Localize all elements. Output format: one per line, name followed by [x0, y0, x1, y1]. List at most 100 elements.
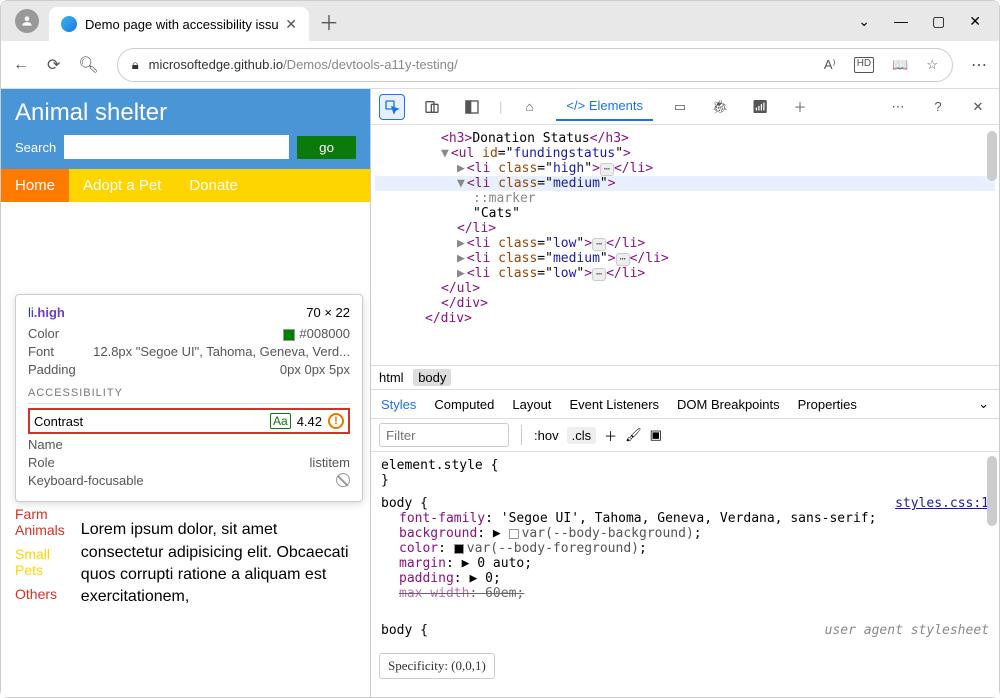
- styles-toolbar: :hov .cls ＋ 🖌︎ ▣: [371, 419, 999, 452]
- tab-layout[interactable]: Layout: [512, 397, 551, 412]
- more-tools-icon[interactable]: ⋯: [885, 94, 911, 120]
- expand-icon[interactable]: [441, 146, 449, 161]
- dom-marker: ::marker: [375, 191, 995, 206]
- nav-home[interactable]: Home: [1, 169, 69, 202]
- expand-icon[interactable]: [457, 266, 465, 281]
- padding-label: Padding: [28, 362, 76, 377]
- devtools-panel: | ⌂ </> Elements ▭ 🐞︎ 📶︎ ＋ ⋯ ? ✕ <h3>Don…: [371, 89, 999, 697]
- new-style-rule-icon[interactable]: ＋: [604, 426, 617, 445]
- swatch-icon[interactable]: [509, 529, 519, 539]
- expand-icon[interactable]: [457, 236, 465, 251]
- font-label: Font: [28, 344, 54, 359]
- flexbox-icon[interactable]: ▣: [650, 427, 662, 443]
- sources-icon[interactable]: ▭: [667, 94, 693, 120]
- back-icon[interactable]: ←: [13, 56, 29, 74]
- lock-icon: 🔒︎: [132, 57, 139, 73]
- expand-icon[interactable]: [457, 161, 465, 176]
- tab-styles[interactable]: Styles: [381, 397, 416, 412]
- scrollbar[interactable]: [987, 131, 997, 181]
- tab-properties[interactable]: Properties: [798, 397, 857, 412]
- tab-title: Demo page with accessibility issu: [85, 17, 279, 32]
- favorite-icon[interactable]: ☆: [926, 57, 938, 73]
- tooltip-class: .high: [34, 305, 65, 320]
- search-input[interactable]: [64, 135, 289, 159]
- network-icon[interactable]: 📶︎: [747, 94, 773, 120]
- webpage-viewport: Animal shelter Search go Home Adopt a Pe…: [1, 89, 371, 697]
- search-label: Search: [15, 140, 56, 155]
- window-controls: ⌄ — ▢ ✕: [858, 13, 995, 30]
- maximize-icon[interactable]: ▢: [932, 13, 945, 30]
- tab-event-listeners[interactable]: Event Listeners: [569, 397, 659, 412]
- address-bar[interactable]: 🔒︎ microsoftedge.github.io/Demos/devtool…: [117, 48, 953, 82]
- help-icon[interactable]: ?: [925, 94, 951, 120]
- go-button[interactable]: go: [297, 136, 356, 159]
- tab-computed[interactable]: Computed: [434, 397, 494, 412]
- hov-button[interactable]: :hov: [534, 428, 559, 443]
- paint-icon[interactable]: 🖌︎: [625, 427, 642, 443]
- expand-icon[interactable]: [457, 251, 465, 266]
- device-toolbar-icon[interactable]: [419, 94, 445, 120]
- close-window-icon[interactable]: ✕: [969, 13, 981, 30]
- menu-icon[interactable]: ⋯: [971, 55, 987, 75]
- dom-breadcrumb[interactable]: html body: [371, 365, 999, 390]
- breadcrumb-body[interactable]: body: [413, 369, 451, 386]
- plus-icon[interactable]: ＋: [787, 94, 813, 120]
- bug-icon[interactable]: 🐞︎: [707, 94, 733, 120]
- contrast-aa-badge: Aa: [270, 413, 291, 429]
- source-link[interactable]: styles.css:1: [895, 496, 989, 511]
- breadcrumb-html[interactable]: html: [379, 370, 404, 385]
- chevron-down-icon[interactable]: ⌄: [858, 13, 870, 30]
- body-selector: body: [381, 496, 412, 511]
- tab-dom-breakpoints[interactable]: DOM Breakpoints: [677, 397, 780, 412]
- inspect-element-icon[interactable]: [379, 94, 405, 120]
- margin-value: 0 auto: [477, 556, 524, 571]
- close-tab-icon[interactable]: ✕: [285, 16, 297, 33]
- warning-icon: !: [328, 413, 344, 429]
- expand-icon[interactable]: [457, 176, 465, 191]
- sidebar-item-farm[interactable]: Farm Animals: [15, 506, 65, 538]
- devtools-toolbar: | ⌂ </> Elements ▭ 🐞︎ 📶︎ ＋ ⋯ ? ✕: [371, 89, 999, 125]
- welcome-icon[interactable]: ⌂: [516, 94, 542, 120]
- cls-button[interactable]: .cls: [567, 427, 597, 444]
- minimize-icon[interactable]: —: [894, 13, 908, 30]
- dom-tree[interactable]: <h3>Donation Status</h3> <ul id="funding…: [371, 125, 999, 365]
- new-tab-button[interactable]: ＋: [319, 7, 339, 36]
- sidebar-item-others[interactable]: Others: [15, 586, 65, 602]
- scrollbar[interactable]: [987, 456, 997, 526]
- contrast-row: Contrast Aa 4.42 !: [28, 408, 350, 434]
- tab-elements[interactable]: </> Elements: [556, 92, 653, 121]
- max-width-value: 60em: [485, 586, 516, 601]
- nav-donate[interactable]: Donate: [175, 169, 251, 202]
- element-style-selector: element.style: [381, 458, 483, 473]
- browser-toolbar: ← ⟳ 🔍︎ 🔒︎ microsoftedge.github.io/Demos/…: [1, 41, 999, 89]
- window-titlebar: Demo page with accessibility issu ✕ ＋ ⌄ …: [1, 1, 999, 41]
- search-icon[interactable]: 🔍︎: [78, 55, 98, 75]
- nav-adopt[interactable]: Adopt a Pet: [69, 169, 175, 202]
- close-devtools-icon[interactable]: ✕: [965, 94, 991, 120]
- padding-value: 0: [485, 571, 493, 586]
- browser-tab[interactable]: Demo page with accessibility issu ✕: [49, 7, 309, 41]
- a11y-role-label: Role: [28, 455, 55, 470]
- sidebar-item-small[interactable]: Small Pets: [15, 546, 65, 578]
- tooltip-dimensions: 70 × 22: [306, 305, 350, 320]
- color-var: --body-foreground: [498, 541, 631, 556]
- color-swatch-icon: [283, 329, 295, 341]
- accessibility-header: ACCESSIBILITY: [28, 387, 350, 404]
- contrast-value: 4.42: [297, 414, 322, 429]
- swatch-icon[interactable]: [454, 544, 464, 554]
- body-selector-2: body: [381, 623, 412, 638]
- dock-icon[interactable]: [459, 94, 485, 120]
- chevron-down-icon[interactable]: ⌄: [978, 396, 989, 412]
- filter-input[interactable]: [379, 423, 509, 447]
- blocked-icon: [336, 473, 350, 487]
- reading-list-icon[interactable]: 📖: [892, 57, 908, 73]
- refresh-icon[interactable]: ⟳: [47, 55, 60, 75]
- styles-pane[interactable]: element.style { } body {styles.css:1 fon…: [371, 452, 999, 697]
- read-aloud-icon[interactable]: A⁾: [824, 57, 836, 73]
- bg-var: --body-background: [553, 526, 686, 541]
- user-agent-label: user agent stylesheet: [825, 623, 989, 638]
- hd-icon[interactable]: HD: [854, 57, 874, 73]
- profile-avatar[interactable]: [15, 9, 39, 33]
- a11y-name-label: Name: [28, 437, 63, 452]
- styles-tabs: Styles Computed Layout Event Listeners D…: [371, 390, 999, 419]
